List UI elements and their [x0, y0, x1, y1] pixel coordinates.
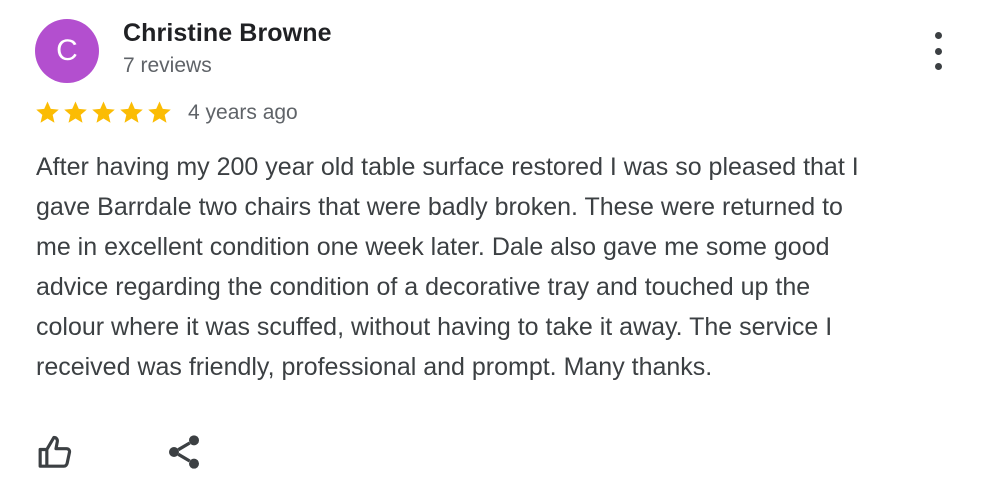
- reviewer-name[interactable]: Christine Browne: [123, 19, 332, 48]
- thumb-up-icon: [38, 435, 72, 468]
- avatar[interactable]: C: [35, 19, 99, 83]
- star-icon: [36, 101, 59, 123]
- share-button[interactable]: [162, 430, 206, 474]
- star-icon: [92, 101, 115, 123]
- star-icon: [64, 101, 87, 123]
- avatar-letter: C: [56, 34, 78, 67]
- review-text-line: received was friendly, professional and …: [36, 353, 713, 381]
- review-text-line: After having my 200 year old table surfa…: [36, 153, 859, 181]
- star-icon: [148, 101, 171, 123]
- rating-row: 4 years ago: [34, 99, 298, 126]
- review-time: 4 years ago: [188, 100, 298, 124]
- review-text-line: gave Barrdale two chairs that were badly…: [36, 193, 843, 221]
- share-icon: [169, 435, 199, 469]
- review-text-line: advice regarding the condition of a deco…: [36, 273, 811, 301]
- review-text-line: colour where it was scuffed, without hav…: [36, 313, 833, 341]
- review-count: 7 reviews: [123, 54, 212, 77]
- review-text: After having my 200 year old table surfa…: [36, 147, 966, 387]
- more-vert-icon: [934, 32, 942, 39]
- more-options-button[interactable]: [926, 32, 950, 70]
- like-button[interactable]: [34, 430, 78, 474]
- star-icon: [120, 101, 143, 123]
- review-text-line: me in excellent condition one week later…: [36, 233, 830, 261]
- star-rating: [34, 99, 173, 126]
